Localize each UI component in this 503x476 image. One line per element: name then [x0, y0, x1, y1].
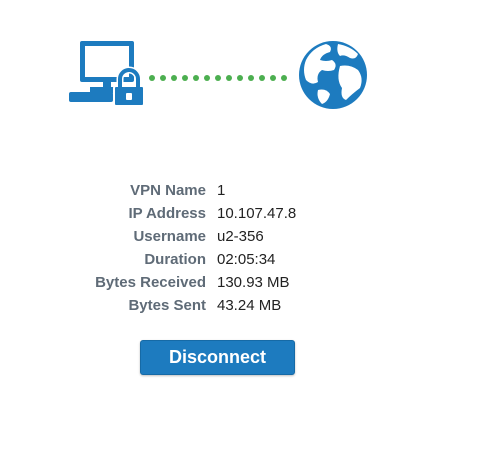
vpn-name-label: VPN Name: [130, 182, 206, 199]
info-row-username: Username u2-356: [0, 226, 503, 249]
info-row-bytes-received: Bytes Received 130.93 MB: [0, 272, 503, 295]
bytes-received-label: Bytes Received: [95, 274, 206, 291]
dotted-connection-line: [149, 75, 287, 81]
ip-address-label: IP Address: [128, 205, 206, 222]
ip-address-value: 10.107.47.8: [217, 205, 297, 222]
duration-value: 02:05:34: [217, 251, 276, 268]
vpn-name-value: 1: [217, 182, 226, 199]
bytes-sent-value: 43.24 MB: [217, 297, 282, 314]
connection-info: VPN Name 1 IP Address 10.107.47.8 Userna…: [0, 180, 503, 318]
bytes-sent-label: Bytes Sent: [128, 297, 206, 314]
connection-graphic-svg: [69, 41, 367, 109]
bytes-received-value: 130.93 MB: [217, 274, 290, 291]
disconnect-button[interactable]: Disconnect: [140, 340, 295, 375]
info-row-vpn-name: VPN Name 1: [0, 180, 503, 203]
info-row-ip-address: IP Address 10.107.47.8: [0, 203, 503, 226]
computer-lock-icon: [69, 41, 145, 107]
globe-icon: [299, 41, 367, 109]
info-row-bytes-sent: Bytes Sent 43.24 MB: [0, 295, 503, 318]
info-row-duration: Duration 02:05:34: [0, 249, 503, 272]
username-label: Username: [133, 228, 206, 245]
duration-label: Duration: [144, 251, 206, 268]
connection-graphic: [0, 0, 503, 130]
username-value: u2-356: [217, 228, 264, 245]
